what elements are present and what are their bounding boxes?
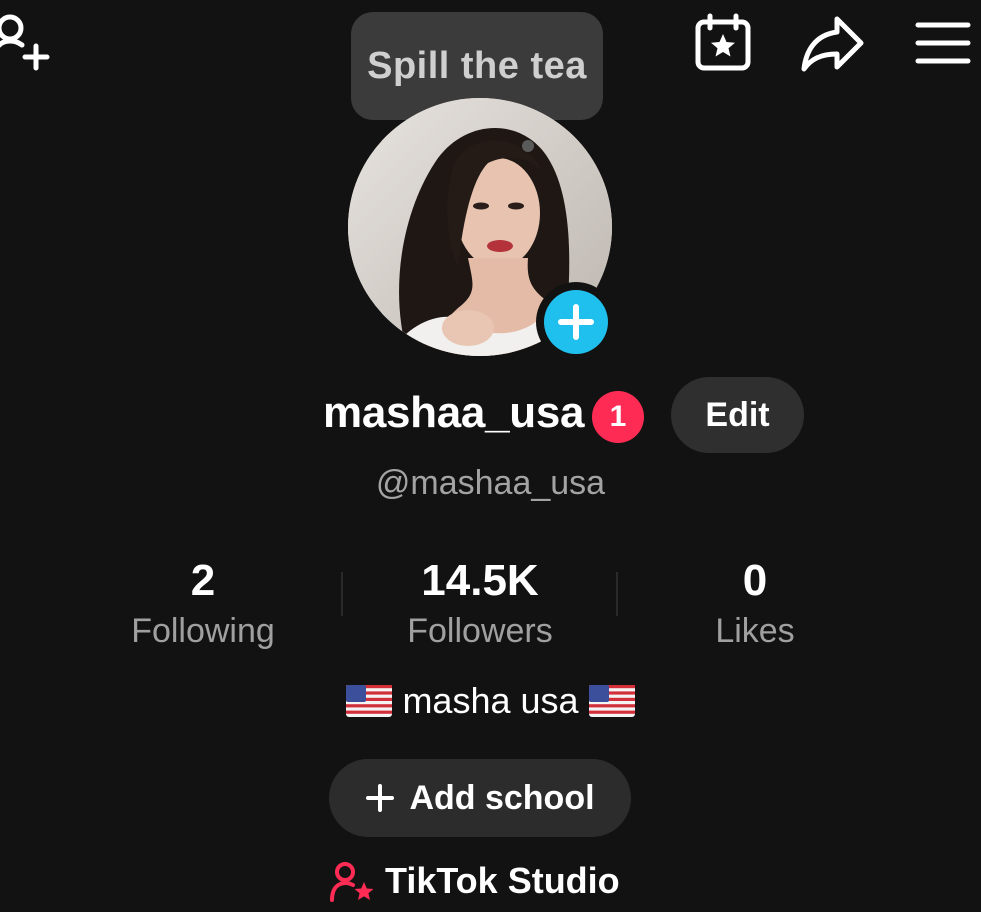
profile-bio: masha usa <box>0 680 981 722</box>
stat-followers[interactable]: 14.5K Followers <box>378 556 582 651</box>
stat-divider <box>616 572 618 616</box>
tiktok-studio-link[interactable]: TikTok Studio <box>329 860 620 902</box>
stat-following[interactable]: 2 Following <box>103 556 303 651</box>
plus-icon <box>366 784 395 812</box>
stat-followers-value: 14.5K <box>421 556 539 605</box>
add-school-button[interactable]: Add school <box>329 759 631 837</box>
profile-handle: @mashaa_usa <box>375 464 606 502</box>
us-flag-icon <box>588 685 635 717</box>
tooltip-pointer-dot <box>522 140 534 152</box>
notification-badge[interactable]: 1 <box>592 391 644 443</box>
creator-studio-icon <box>330 862 374 902</box>
calendar-star-icon[interactable] <box>690 10 756 76</box>
avatar-add-button[interactable] <box>536 282 616 362</box>
hamburger-menu-icon[interactable] <box>910 10 976 76</box>
us-flag-icon <box>346 685 393 717</box>
stat-likes-label: Likes <box>715 612 795 650</box>
stat-likes-value: 0 <box>742 556 768 605</box>
tiktok-studio-label: TikTok Studio <box>385 860 620 901</box>
bio-text: masha usa <box>402 680 579 721</box>
add-friend-icon[interactable] <box>0 8 52 72</box>
profile-username: mashaa_usa <box>323 388 585 437</box>
stat-following-label: Following <box>131 612 275 650</box>
edit-profile-button[interactable]: Edit <box>671 377 804 453</box>
stat-likes[interactable]: 0 Likes <box>655 556 855 651</box>
add-school-label: Add school <box>409 778 595 817</box>
share-arrow-icon[interactable] <box>798 10 866 76</box>
tooltip-text: Spill the tea <box>367 44 587 87</box>
stat-divider <box>341 572 343 616</box>
stat-following-value: 2 <box>190 556 216 605</box>
plus-icon <box>544 290 608 354</box>
stat-followers-label: Followers <box>407 612 553 650</box>
